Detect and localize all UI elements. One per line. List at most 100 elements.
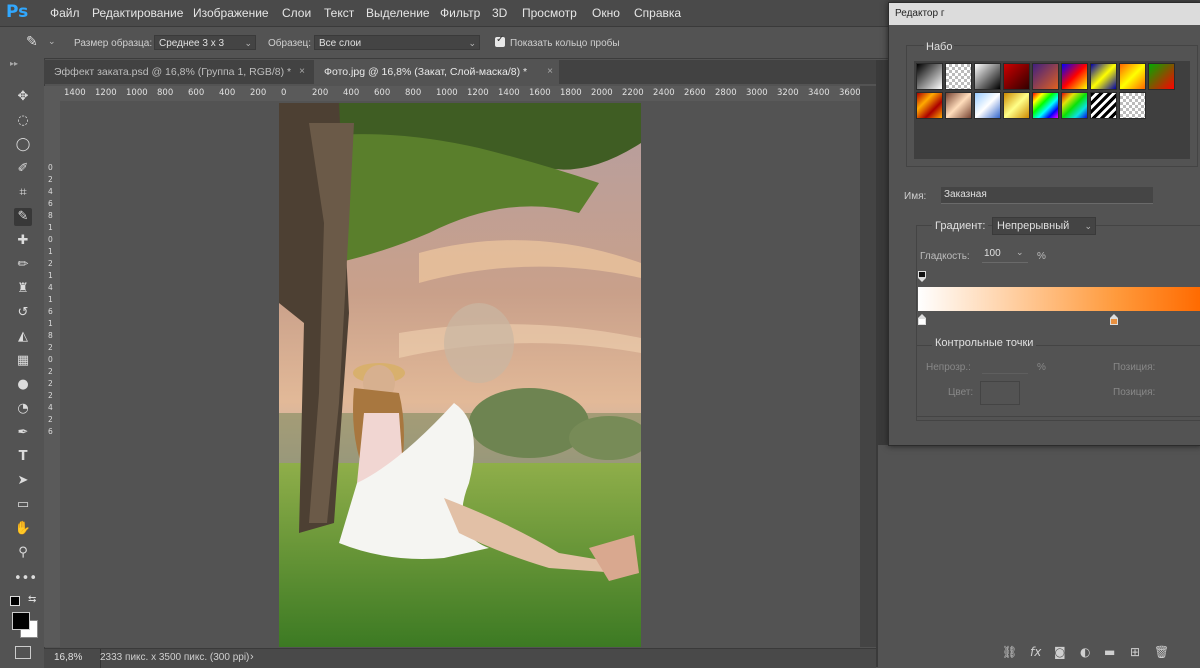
- menu-3d[interactable]: 3D: [492, 6, 507, 20]
- horizontal-ruler[interactable]: 1400 1200 1000 800 600 400 200 0 200 400 600 800 100…: [60, 86, 860, 102]
- fx-icon[interactable]: fx: [1030, 645, 1041, 659]
- preset-swatch[interactable]: [916, 92, 943, 119]
- preset-swatch[interactable]: [1148, 63, 1175, 90]
- sample-select[interactable]: Все слои ⌄: [314, 35, 480, 50]
- healing-brush-tool-icon[interactable]: ✚: [14, 232, 32, 250]
- preset-swatch[interactable]: [945, 63, 972, 90]
- gradient-type-select[interactable]: Непрерывный ⌄: [992, 217, 1096, 235]
- menu-select[interactable]: Выделение: [366, 6, 430, 20]
- add-mask-icon[interactable]: ◙: [1054, 645, 1066, 659]
- preset-swatch[interactable]: [974, 63, 1001, 90]
- presets-list[interactable]: [914, 61, 1190, 159]
- menu-view[interactable]: Просмотр: [522, 6, 577, 20]
- zoom-tool-icon[interactable]: ⚲: [14, 544, 32, 562]
- gradient-editor-dialog: Редактор г Набо Имя: Заказная Градиент: …: [888, 2, 1200, 446]
- sample-size-select[interactable]: Среднее 3 x 3 ⌄: [154, 35, 256, 50]
- preset-swatch[interactable]: [1090, 63, 1117, 90]
- crop-tool-icon[interactable]: ⌗: [14, 184, 32, 202]
- sample-size-value: Среднее 3 x 3: [159, 38, 225, 49]
- marquee-tool-icon[interactable]: ◌: [14, 112, 32, 130]
- preset-swatch[interactable]: [1061, 63, 1088, 90]
- smoothness-input[interactable]: 100 ⌄: [982, 247, 1028, 263]
- chevron-down-icon[interactable]: ⌄: [1016, 247, 1024, 258]
- type-tool-icon[interactable]: T: [14, 448, 32, 466]
- preset-swatch[interactable]: [1119, 63, 1146, 90]
- ruler-tick-label: 0: [48, 235, 53, 244]
- preset-swatch[interactable]: [945, 92, 972, 119]
- more-tools-icon[interactable]: •••: [14, 570, 37, 588]
- close-icon[interactable]: ×: [299, 60, 305, 84]
- color-stop-white[interactable]: [918, 314, 926, 326]
- ruler-tick-label: 1400: [498, 88, 520, 98]
- close-icon[interactable]: ×: [547, 60, 553, 84]
- default-colors-icon[interactable]: [10, 596, 20, 606]
- opacity-input[interactable]: [982, 359, 1028, 374]
- layers-panel: [878, 445, 1200, 667]
- ruler-tick-label: 6: [48, 199, 53, 208]
- move-tool-icon[interactable]: ✥: [14, 88, 32, 106]
- menu-window[interactable]: Окно: [592, 6, 620, 20]
- quick-mask-icon[interactable]: [15, 646, 31, 659]
- blur-tool-icon[interactable]: ●: [14, 376, 32, 394]
- preset-swatch[interactable]: [1032, 92, 1059, 119]
- zoom-level[interactable]: 16,8%: [54, 652, 82, 663]
- trash-icon[interactable]: 🗑: [1154, 645, 1169, 659]
- chevron-down-icon[interactable]: ⌄: [48, 36, 56, 47]
- chevron-down-icon: ⌄: [244, 38, 252, 48]
- collapse-icon[interactable]: ▸▸: [10, 59, 18, 68]
- gradient-preview-bar[interactable]: [918, 287, 1200, 311]
- tab-sunset-effect[interactable]: Эффект заката.psd @ 16,8% (Группа 1, RGB…: [44, 60, 311, 84]
- vertical-scrollbar[interactable]: [860, 86, 876, 647]
- path-select-tool-icon[interactable]: ➤: [14, 472, 32, 490]
- gradient-tool-icon[interactable]: ▦: [14, 352, 32, 370]
- menu-type[interactable]: Текст: [324, 6, 354, 20]
- hand-tool-icon[interactable]: ✋: [14, 520, 32, 538]
- menu-filter[interactable]: Фильтр: [440, 6, 480, 20]
- document-photo[interactable]: [279, 103, 641, 647]
- menu-help[interactable]: Справка: [634, 6, 681, 20]
- eyedropper-tool-icon[interactable]: ✎: [14, 208, 32, 226]
- new-layer-icon[interactable]: ⊞: [1130, 645, 1140, 659]
- preset-swatch[interactable]: [1003, 63, 1030, 90]
- menu-file[interactable]: Файл: [50, 6, 80, 20]
- ruler-tick-label: 4: [48, 283, 53, 292]
- name-input[interactable]: Заказная: [941, 187, 1153, 204]
- adjustment-layer-icon[interactable]: ◐: [1080, 645, 1090, 659]
- preset-swatch[interactable]: [1090, 92, 1117, 119]
- preset-swatch[interactable]: [1032, 63, 1059, 90]
- group-icon[interactable]: ▬: [1104, 645, 1115, 659]
- preset-swatch[interactable]: [916, 63, 943, 90]
- rectangle-tool-icon[interactable]: ▭: [14, 496, 32, 514]
- ruler-tick-label: 600: [374, 88, 391, 98]
- preset-swatch[interactable]: [1003, 92, 1030, 119]
- swap-colors-icon[interactable]: ⇆: [28, 594, 36, 605]
- status-menu-arrow[interactable]: ›: [250, 651, 254, 663]
- lasso-tool-icon[interactable]: ◯: [14, 136, 32, 154]
- dodge-tool-icon[interactable]: ◔: [14, 400, 32, 418]
- ruler-tick-label: 3000: [746, 88, 768, 98]
- menu-edit[interactable]: Редактирование: [92, 6, 183, 20]
- preset-swatch[interactable]: [974, 92, 1001, 119]
- history-brush-tool-icon[interactable]: ↺: [14, 304, 32, 322]
- menu-layers[interactable]: Слои: [282, 6, 311, 20]
- link-layers-icon[interactable]: ⛓: [1002, 645, 1017, 659]
- eraser-tool-icon[interactable]: ◭: [14, 328, 32, 346]
- foreground-color-swatch[interactable]: [12, 612, 30, 630]
- vertical-ruler[interactable]: 02468101214161820222426: [44, 101, 61, 647]
- opacity-label: Непрозр.:: [926, 362, 971, 373]
- color-stop-orange[interactable]: [1110, 314, 1118, 326]
- menu-image[interactable]: Изображение: [193, 6, 269, 20]
- preset-swatch[interactable]: [1119, 92, 1146, 119]
- color-swatch-box[interactable]: [980, 381, 1020, 405]
- dialog-titlebar[interactable]: Редактор г: [889, 3, 1200, 25]
- pen-tool-icon[interactable]: ✒: [14, 424, 32, 442]
- preset-swatch[interactable]: [1061, 92, 1088, 119]
- clone-stamp-tool-icon[interactable]: ♜: [14, 280, 32, 298]
- opacity-stop[interactable]: [918, 271, 926, 283]
- tab-photo[interactable]: Фото.jpg @ 16,8% (Закат, Слой-маска/8) *…: [314, 60, 559, 84]
- show-ring-checkbox[interactable]: [495, 34, 505, 47]
- brush-tool-icon[interactable]: ✏: [14, 256, 32, 274]
- quick-select-tool-icon[interactable]: ✐: [14, 160, 32, 178]
- eyedropper-icon[interactable]: ✎: [26, 34, 38, 50]
- ruler-tick-label: 2: [48, 175, 53, 184]
